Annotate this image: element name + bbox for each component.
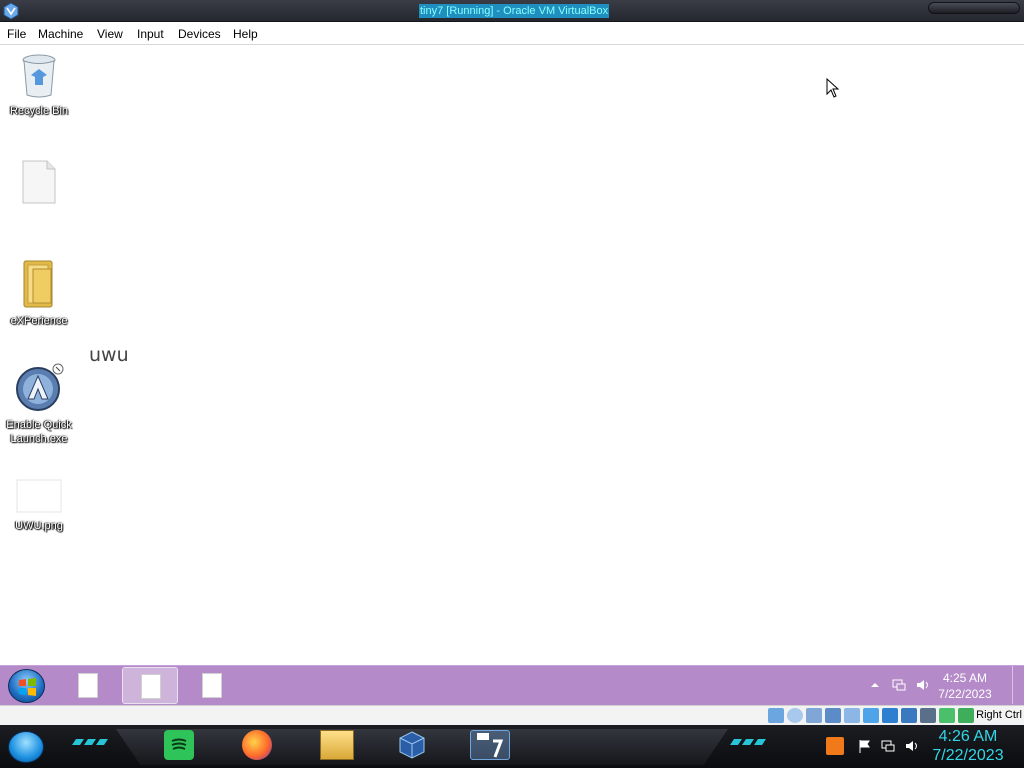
guest-clock-time: 4:25 AM: [942, 671, 988, 685]
desktop-icon-uwu-png[interactable]: UWU.png: [1, 478, 77, 533]
window-titlebar[interactable]: tiny7 [Running] - Oracle VM VirtualBox: [0, 0, 1024, 22]
usb-icon[interactable]: [844, 708, 860, 723]
window-controls[interactable]: [928, 2, 1020, 14]
spotify-glyph-icon: [171, 738, 187, 750]
folder-icon: [23, 260, 53, 308]
optical-drive-icon[interactable]: [787, 708, 803, 723]
menubar: File Machine View Input Devices Help: [0, 23, 1024, 45]
host-volume-icon[interactable]: [904, 738, 920, 754]
action-center-icon[interactable]: [826, 737, 844, 755]
tiny7-vm-icon[interactable]: [470, 730, 510, 760]
desktop-icon-recycle-bin[interactable]: Recycle Bin: [1, 51, 77, 118]
document-icon: [78, 673, 98, 698]
keyboard-icon[interactable]: [958, 708, 974, 723]
host-taskbar: 4:26 AM 7/22/2023: [0, 725, 1024, 768]
guest-clock[interactable]: 4:25 AM 7/22/2023: [930, 670, 1000, 702]
hard-disk-icon[interactable]: [768, 708, 784, 723]
blank-file-icon: [22, 160, 56, 204]
flag-icon[interactable]: [857, 738, 873, 754]
network-adapter-icon[interactable]: [825, 708, 841, 723]
display-icon[interactable]: [882, 708, 898, 723]
taskbar-decoration-right: [730, 739, 766, 745]
document-icon: [141, 674, 161, 699]
network-icon[interactable]: [891, 677, 907, 693]
taskbar-button-1[interactable]: [60, 667, 116, 704]
desktop-icon-label: UWU.png: [15, 520, 63, 532]
vbox-status-bar: Right Ctrl: [0, 705, 1024, 725]
host-key-label: Right Ctrl: [976, 709, 1022, 721]
guest-clock-date: 7/22/2023: [938, 687, 992, 701]
virtualbox-cube-icon: [399, 731, 425, 759]
host-network-icon[interactable]: [880, 738, 896, 754]
virtualbox-app-icon[interactable]: [2, 2, 20, 20]
virtualbox-icon[interactable]: [397, 730, 427, 760]
start-button[interactable]: [8, 669, 45, 703]
desktop-icon-label: Recycle Bin: [9, 105, 69, 117]
mouse-cursor-icon: [826, 78, 840, 98]
desktop[interactable]: Recycle Bin eXPerience Enable Quick Laun…: [0, 45, 1024, 665]
menu-help[interactable]: Help: [233, 27, 258, 41]
file-explorer-icon[interactable]: [320, 730, 354, 760]
tiny7-badge-icon: [477, 733, 504, 758]
cpu-icon[interactable]: [920, 708, 936, 723]
menu-devices[interactable]: Devices: [178, 27, 221, 41]
desktop-icon-enable-quick-launch[interactable]: Enable Quick Launch.exe: [1, 363, 77, 446]
menu-machine[interactable]: Machine: [38, 27, 83, 41]
audio-icon[interactable]: [806, 708, 822, 723]
windows-logo-icon: [19, 678, 36, 696]
menu-file[interactable]: File: [7, 27, 26, 41]
host-start-button[interactable]: [8, 731, 44, 763]
spotify-icon[interactable]: [164, 730, 194, 760]
image-file-icon: [16, 479, 62, 513]
shared-folders-icon[interactable]: [863, 708, 879, 723]
menu-view[interactable]: View: [97, 27, 123, 41]
show-desktop-button[interactable]: [1012, 666, 1022, 704]
show-hidden-icons-arrow[interactable]: [867, 677, 883, 693]
desktop-icon-label: Enable Quick Launch.exe: [6, 419, 72, 445]
firefox-icon[interactable]: [242, 730, 272, 760]
window-title: tiny7 [Running] - Oracle VM VirtualBox: [419, 4, 610, 18]
desktop-icon-label: eXPerience: [10, 315, 68, 327]
taskbar-button-2[interactable]: [122, 667, 178, 704]
desktop-icon-experience[interactable]: eXPerience: [1, 259, 77, 328]
host-clock-date: 7/22/2023: [932, 747, 1004, 764]
taskbar-button-3[interactable]: [184, 667, 240, 704]
desktop-icon-blank-file[interactable]: [1, 160, 77, 209]
aim-app-icon: [16, 363, 64, 411]
taskbar-decoration-left: [72, 739, 108, 745]
host-clock[interactable]: 4:26 AM 7/22/2023: [928, 727, 1008, 765]
document-icon: [202, 673, 222, 698]
mouse-integration-icon[interactable]: [939, 708, 955, 723]
volume-icon[interactable]: [915, 677, 931, 693]
menu-input[interactable]: Input: [137, 27, 164, 41]
recording-icon[interactable]: [901, 708, 917, 723]
host-clock-time: 4:26 AM: [938, 728, 998, 745]
recycle-bin-icon: [22, 54, 56, 98]
desktop-text-uwu: uwu: [89, 344, 129, 366]
guest-taskbar: 4:25 AM 7/22/2023: [0, 665, 1024, 705]
